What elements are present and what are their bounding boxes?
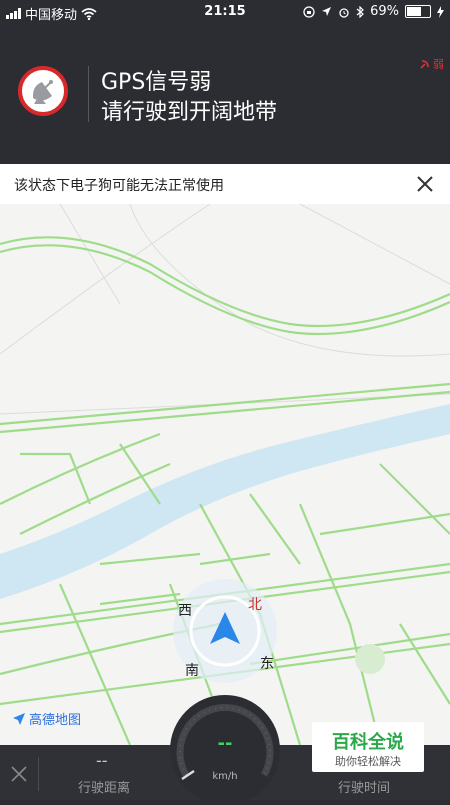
distance-value: -- (96, 751, 108, 770)
amap-logo-icon (13, 712, 25, 725)
location-arrow-icon (322, 7, 332, 16)
header-divider (88, 66, 89, 122)
distance-label: 行驶距离 (78, 781, 131, 796)
map-canvas (0, 204, 450, 745)
gps-warning-header: 弱 GPS信号弱 请行驶到开阔地带 (0, 24, 450, 164)
charging-icon (437, 5, 444, 18)
park-area (355, 644, 385, 674)
watermark-sub: 助你轻松解决 (335, 755, 401, 768)
compass-east: 东 (260, 656, 274, 672)
river (0, 404, 450, 599)
speedometer: -- km/h (170, 695, 280, 805)
compass-west: 西 (178, 603, 192, 619)
bottom-divider (38, 757, 39, 791)
battery-icon (405, 5, 431, 18)
watermark-main: 百科全说 (332, 732, 404, 753)
bluetooth-icon (356, 5, 364, 18)
close-icon[interactable] (414, 173, 436, 195)
battery-percent: 69% (370, 4, 399, 19)
compass-south: 南 (185, 663, 199, 679)
speed-unit: km/h (212, 771, 238, 782)
time-label: 行驶时间 (338, 781, 391, 796)
notice-text: 该状态下电子狗可能无法正常使用 (14, 178, 224, 194)
amap-logo: 高德地图 (12, 709, 81, 728)
satellite-dish-mini-icon (419, 60, 429, 69)
watermark-logo: 百科全说 助你轻松解决 (312, 722, 424, 772)
alarm-icon (339, 7, 349, 18)
speed-value: -- (217, 733, 233, 754)
gps-weak-indicator: 弱 (419, 56, 444, 72)
notice-bar: 该状态下电子狗可能无法正常使用 (0, 164, 450, 204)
gps-warning-subtitle: 请行驶到开阔地带 (101, 100, 278, 125)
status-bar: 中国移动 21:15 69% (0, 0, 450, 24)
screen-lock-icon (303, 5, 315, 18)
map-view[interactable]: 西 北 南 东 高德地图 (0, 204, 450, 745)
compass-north: 北 (248, 597, 262, 613)
exit-close-icon[interactable] (8, 763, 30, 785)
gps-warning-title: GPS信号弱 (101, 70, 212, 95)
satellite-dish-icon (18, 66, 68, 116)
minor-roads (0, 204, 450, 415)
